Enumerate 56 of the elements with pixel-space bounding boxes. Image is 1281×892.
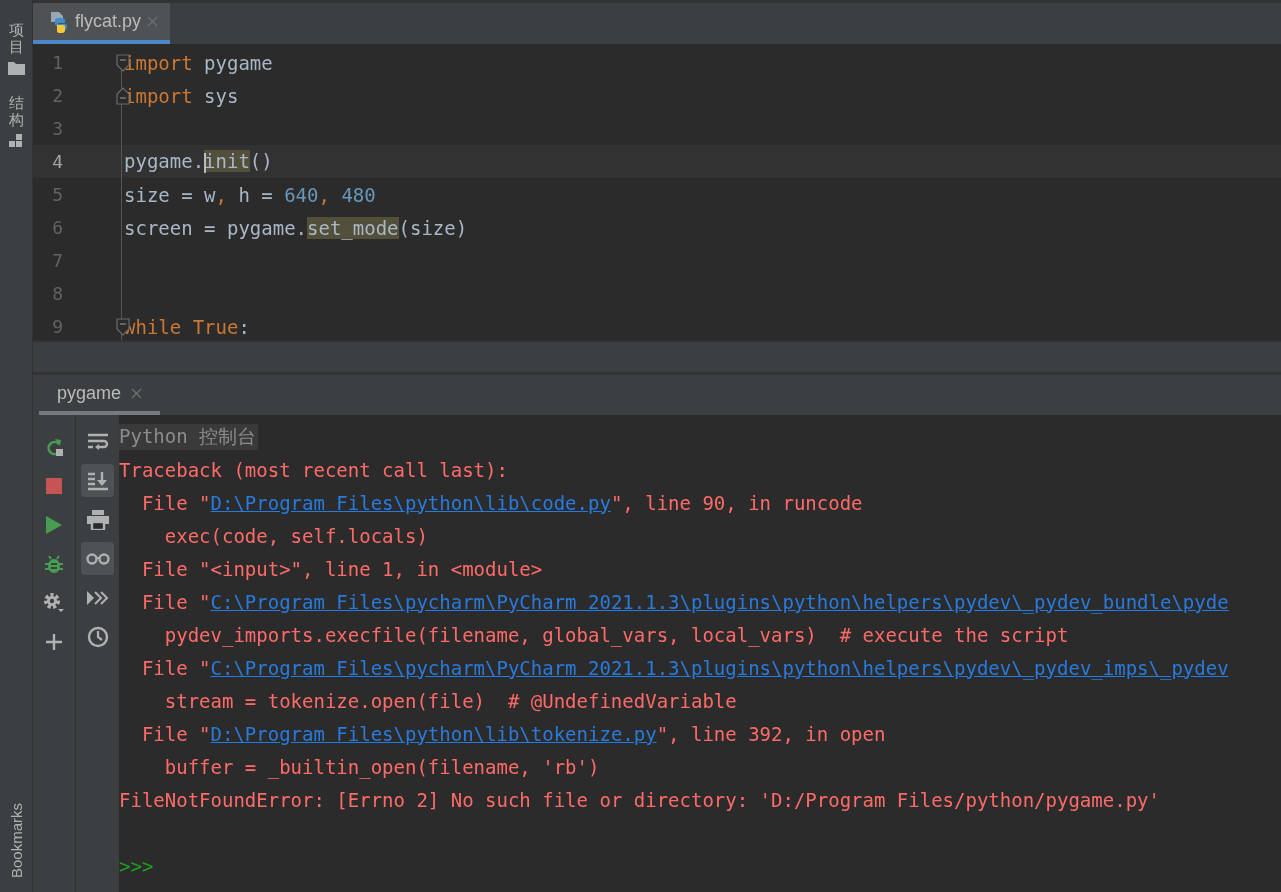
editor-tab[interactable]: flycat.py — [33, 3, 171, 44]
console-header: Python 控制台 — [119, 423, 259, 450]
toolbar-toggle[interactable] — [81, 464, 114, 497]
line-number: 6 — [51, 217, 63, 238]
execute-icon — [86, 590, 109, 605]
error-line: FileNotFoundError: [Errno 2] No such file or directory: 'D:/Program Files/python/pygame.py' — [119, 788, 1160, 811]
file-link[interactable]: D:\Program Files\python\lib\tokenize.py — [210, 722, 657, 745]
fold-icon[interactable] — [116, 86, 130, 105]
line-number: 9 — [51, 316, 63, 337]
error-line: exec(code, self.locals) — [163, 524, 428, 547]
run-icon[interactable] — [46, 515, 62, 534]
scroll-to-end-icon — [86, 470, 109, 491]
line-number: 5 — [51, 184, 63, 205]
error-line: File "<input>", line 1, in <module> — [140, 557, 543, 580]
debug-icon[interactable] — [45, 553, 63, 574]
error-line: File "D:\Program Files\python\lib\tokenize.py", line 392, in open — [140, 722, 886, 745]
error-line: stream = tokenize.open(file) # @UndefinedVariable — [163, 689, 737, 712]
line-number: 2 — [51, 85, 63, 106]
line-number: 4 — [51, 151, 63, 172]
code-line: screen = pygame.set_mode(size) — [124, 216, 468, 239]
error-line: File "C:\Program Files\pycharm\PyCharm 2021.1.3\plugins\python\helpers\pydev\_pydev_imps\_pydev — [140, 656, 1229, 679]
error-line: pydev_imports.execfile(filename, global_vars, local_vars) # execute the script — [163, 623, 1069, 646]
error-line: buffer = _builtin_open(filename, 'rb') — [163, 755, 600, 778]
code-line: size = w, h = 640, 480 — [124, 183, 376, 206]
toolbar-toggle[interactable] — [81, 542, 114, 575]
stop-icon[interactable] — [46, 477, 62, 494]
tool-window-label: Bookmarks — [7, 802, 25, 878]
history-icon — [86, 625, 109, 648]
add-icon[interactable] — [46, 633, 62, 650]
file-link[interactable]: D:\Program Files\python\lib\code.py — [210, 491, 611, 514]
glasses-icon — [85, 552, 110, 565]
error-line: File "D:\Program Files\python\lib\code.py", line 90, in runcode — [140, 491, 863, 514]
print-icon — [86, 509, 109, 530]
line-number: 7 — [51, 250, 63, 271]
error-line: File "C:\Program Files\pycharm\PyCharm 2021.1.3\plugins\python\helpers\pydev\_pydev_bundle\pyde — [140, 590, 1229, 613]
file-link[interactable]: C:\Program Files\pycharm\PyCharm 2021.1.3\plugins\python\helpers\pydev\_pydev_imps\_pydev — [210, 656, 1229, 679]
folder-icon — [7, 61, 25, 75]
close-icon[interactable] — [131, 387, 143, 399]
tool-window-label: 结构 — [8, 95, 24, 128]
file-link[interactable]: C:\Program Files\pycharm\PyCharm 2021.1.3\plugins\python\helpers\pydev\_pydev_bundle\pyde — [210, 590, 1229, 613]
soft-wrap-icon — [86, 431, 109, 452]
code-line: import pygame — [124, 51, 273, 74]
console-prompt: >>> — [119, 854, 154, 877]
tool-window-button[interactable]: Bookmarks — [7, 802, 25, 892]
line-number: 8 — [51, 283, 63, 304]
error-line: Traceback (most recent call last): — [119, 458, 508, 481]
line-number: 3 — [51, 118, 63, 139]
code-line: import sys — [124, 84, 239, 107]
rerun-icon[interactable] — [44, 436, 64, 457]
tool-window-button[interactable]: 结构 — [8, 95, 24, 162]
structure-icon — [9, 134, 23, 148]
tool-window-label: 项目 — [8, 22, 24, 55]
settings-icon[interactable] — [43, 591, 65, 614]
python-file-icon — [49, 10, 69, 33]
tool-window-button[interactable]: 项目 — [7, 22, 25, 89]
line-number: 1 — [51, 52, 63, 73]
